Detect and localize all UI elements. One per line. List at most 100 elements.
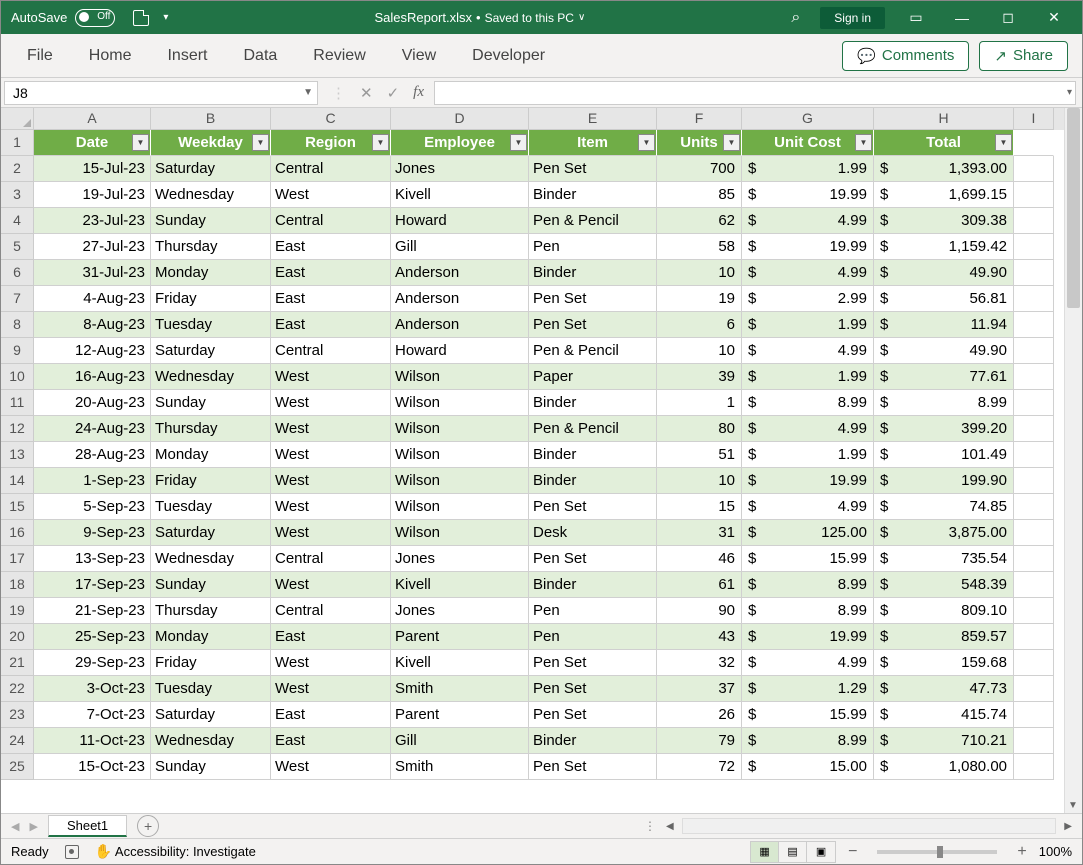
column-header-F[interactable]: F — [657, 108, 742, 130]
cell[interactable] — [1014, 728, 1054, 754]
cell[interactable] — [1014, 338, 1054, 364]
cell[interactable]: 27-Jul-23 — [34, 234, 151, 260]
select-all-corner[interactable] — [1, 108, 34, 130]
cell[interactable]: Sunday — [151, 390, 271, 416]
cell[interactable]: East — [271, 286, 391, 312]
cell[interactable] — [1014, 260, 1054, 286]
cell[interactable]: $8.99 — [742, 728, 874, 754]
cell[interactable]: Thursday — [151, 234, 271, 260]
filter-button[interactable] — [132, 134, 149, 151]
cell[interactable]: Saturday — [151, 338, 271, 364]
cell[interactable]: Binder — [529, 468, 657, 494]
row-header[interactable]: 12 — [1, 416, 34, 442]
cell[interactable]: 72 — [657, 754, 742, 780]
header-cell-item[interactable]: Item — [529, 130, 657, 156]
cell[interactable]: $56.81 — [874, 286, 1014, 312]
cell[interactable]: Pen Set — [529, 702, 657, 728]
cell[interactable]: West — [271, 676, 391, 702]
cell[interactable]: 16-Aug-23 — [34, 364, 151, 390]
cell[interactable]: 17-Sep-23 — [34, 572, 151, 598]
cell[interactable]: Wilson — [391, 442, 529, 468]
cell[interactable]: $1.99 — [742, 312, 874, 338]
header-cell-total[interactable]: Total — [874, 130, 1014, 156]
cell[interactable]: $199.90 — [874, 468, 1014, 494]
row-header[interactable]: 25 — [1, 754, 34, 780]
accept-formula-icon[interactable]: ✓ — [387, 84, 400, 102]
cell[interactable]: $159.68 — [874, 650, 1014, 676]
cell[interactable]: 79 — [657, 728, 742, 754]
cell[interactable]: Friday — [151, 650, 271, 676]
cell[interactable]: $15.99 — [742, 702, 874, 728]
cell[interactable]: West — [271, 754, 391, 780]
cell[interactable]: Smith — [391, 754, 529, 780]
chevron-down-icon[interactable]: ▼ — [303, 87, 313, 98]
cell[interactable]: $3,875.00 — [874, 520, 1014, 546]
cell[interactable] — [1014, 390, 1054, 416]
cell[interactable]: Wednesday — [151, 728, 271, 754]
cell[interactable] — [1014, 520, 1054, 546]
row-header[interactable]: 7 — [1, 286, 34, 312]
zoom-in-button[interactable]: + — [1013, 843, 1030, 861]
cell[interactable]: East — [271, 624, 391, 650]
cell[interactable] — [1014, 546, 1054, 572]
row-header[interactable]: 6 — [1, 260, 34, 286]
cell[interactable]: 12-Aug-23 — [34, 338, 151, 364]
ribbon-tab-insert[interactable]: Insert — [149, 37, 225, 75]
cell[interactable]: East — [271, 312, 391, 338]
cell[interactable]: Parent — [391, 702, 529, 728]
cell[interactable]: Saturday — [151, 702, 271, 728]
cell[interactable]: $15.00 — [742, 754, 874, 780]
row-header[interactable]: 18 — [1, 572, 34, 598]
cell[interactable]: Sunday — [151, 208, 271, 234]
cell[interactable]: 31 — [657, 520, 742, 546]
cell[interactable]: 25-Sep-23 — [34, 624, 151, 650]
cell[interactable]: $15.99 — [742, 546, 874, 572]
cell[interactable]: Pen Set — [529, 312, 657, 338]
cell[interactable]: Central — [271, 598, 391, 624]
cell[interactable]: 9-Sep-23 — [34, 520, 151, 546]
name-box[interactable]: J8▼ — [4, 81, 318, 105]
ribbon-mode-icon[interactable]: ▭ — [893, 1, 939, 34]
expand-formula-icon[interactable]: ▾ — [1067, 87, 1072, 98]
column-header-E[interactable]: E — [529, 108, 657, 130]
cell[interactable]: East — [271, 234, 391, 260]
cell[interactable]: 6 — [657, 312, 742, 338]
ribbon-tab-data[interactable]: Data — [225, 37, 295, 75]
cell[interactable]: West — [271, 650, 391, 676]
row-header[interactable]: 17 — [1, 546, 34, 572]
cell[interactable]: Binder — [529, 390, 657, 416]
row-header[interactable]: 23 — [1, 702, 34, 728]
cell[interactable]: West — [271, 416, 391, 442]
cell[interactable]: $1,159.42 — [874, 234, 1014, 260]
cell[interactable]: Friday — [151, 286, 271, 312]
cell[interactable]: Saturday — [151, 520, 271, 546]
row-header[interactable]: 5 — [1, 234, 34, 260]
cell[interactable] — [1014, 754, 1054, 780]
cell[interactable] — [1014, 572, 1054, 598]
cell[interactable]: 19-Jul-23 — [34, 182, 151, 208]
cell[interactable]: $4.99 — [742, 494, 874, 520]
cell[interactable]: 10 — [657, 338, 742, 364]
page-break-view-button[interactable]: ▣ — [807, 842, 835, 862]
cell[interactable]: Binder — [529, 260, 657, 286]
sheet-prev-icon[interactable]: ◀ — [11, 820, 19, 833]
cell[interactable]: Gill — [391, 728, 529, 754]
cell[interactable]: West — [271, 572, 391, 598]
zoom-out-button[interactable]: − — [844, 843, 861, 861]
cell[interactable]: Monday — [151, 624, 271, 650]
filter-button[interactable] — [372, 134, 389, 151]
cell[interactable]: $809.10 — [874, 598, 1014, 624]
filter-button[interactable] — [510, 134, 527, 151]
cell[interactable]: 21-Sep-23 — [34, 598, 151, 624]
cell[interactable]: $8.99 — [742, 390, 874, 416]
cell[interactable]: 31-Jul-23 — [34, 260, 151, 286]
cell[interactable]: East — [271, 702, 391, 728]
cell[interactable]: Pen & Pencil — [529, 416, 657, 442]
cell[interactable] — [1014, 416, 1054, 442]
cell[interactable]: 85 — [657, 182, 742, 208]
cell[interactable]: 5-Sep-23 — [34, 494, 151, 520]
row-header[interactable]: 9 — [1, 338, 34, 364]
column-header-I[interactable]: I — [1014, 108, 1054, 130]
cell[interactable]: Pen Set — [529, 286, 657, 312]
cell[interactable]: Jones — [391, 156, 529, 182]
